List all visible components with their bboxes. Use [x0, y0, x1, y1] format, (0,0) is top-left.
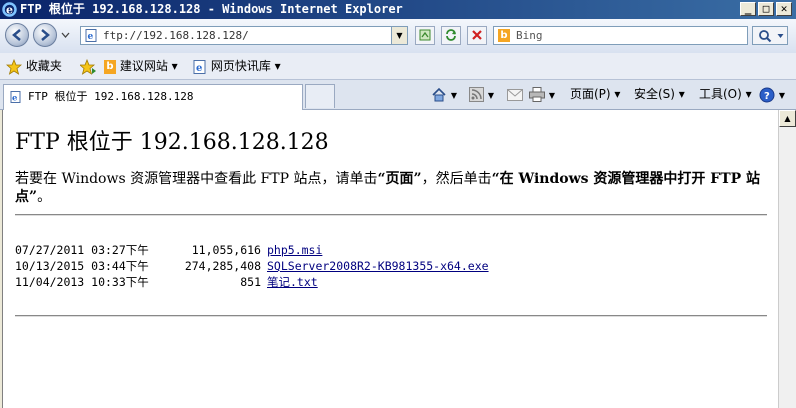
- web-slice-gallery-button[interactable]: e 网页快讯库 ▾: [193, 58, 281, 74]
- help-button[interactable]: ? ▼: [759, 86, 785, 104]
- maximize-button[interactable]: □: [758, 2, 774, 16]
- chevron-down-icon: ▼: [487, 91, 494, 100]
- page-icon: e: [10, 91, 21, 104]
- file-link[interactable]: 笔记.txt: [267, 275, 318, 289]
- file-date: 10/13/2015 03:44下午: [15, 259, 149, 273]
- tools-menu-button[interactable]: 工具(O) ▾: [699, 86, 752, 102]
- feeds-button[interactable]: ▼: [469, 86, 494, 104]
- favorites-button[interactable]: 收藏夹: [6, 58, 62, 75]
- compatibility-icon: [419, 29, 431, 41]
- navigation-bar: e ftp://192.168.128.128/ ▼ b Bing: [0, 19, 796, 53]
- stop-button[interactable]: [467, 26, 487, 45]
- stop-icon: [472, 30, 482, 40]
- search-button[interactable]: [752, 26, 788, 45]
- address-dropdown-button[interactable]: ▼: [391, 27, 407, 44]
- page-content: FTP 根位于 192.168.128.128 若要在 Windows 资源管理…: [2, 110, 778, 408]
- chevron-down-icon: [777, 34, 784, 38]
- close-button[interactable]: ✕: [776, 2, 792, 16]
- safety-menu-button[interactable]: 安全(S) ▾: [634, 86, 685, 102]
- arrow-left-icon: [12, 29, 21, 41]
- scroll-up-button[interactable]: ▲: [779, 110, 796, 127]
- file-link[interactable]: php5.msi: [267, 243, 322, 257]
- search-box[interactable]: b Bing: [493, 26, 748, 45]
- instruction-text: 若要在 Windows 资源管理器中查看此 FTP 站点，请单击“页面”，然后单…: [15, 170, 767, 206]
- chevron-down-icon: ▼: [450, 91, 457, 100]
- window-title: FTP 根位于 192.168.128.128 - Windows Intern…: [20, 2, 403, 16]
- favorites-label: 收藏夹: [25, 59, 62, 73]
- suggested-sites-button[interactable]: b 建议网站 ▾: [104, 58, 178, 74]
- file-date: 11/04/2013 10:33下午: [15, 275, 149, 289]
- favorites-bar: 收藏夹 b 建议网站 ▾ e 网页快讯库 ▾: [0, 53, 796, 80]
- read-mail-button[interactable]: [507, 86, 523, 102]
- rss-icon: [469, 87, 484, 102]
- address-bar[interactable]: e ftp://192.168.128.128/ ▼: [80, 26, 408, 45]
- home-icon: [432, 87, 446, 101]
- file-row: 07/27/2011 03:27下午 11,055,616 php5.msi: [15, 242, 489, 258]
- web-slice-gallery-label: 网页快讯库 ▾: [210, 59, 281, 73]
- divider-bottom: [15, 315, 767, 317]
- printer-icon: [529, 87, 545, 102]
- svg-text:e: e: [196, 63, 202, 74]
- address-input[interactable]: ftp://192.168.128.128/: [103, 29, 249, 42]
- instruction-middle: ，然后单击: [421, 171, 492, 187]
- tab-label: FTP 根位于 192.168.128.128: [28, 90, 194, 103]
- file-size: 274,285,408: [184, 259, 261, 273]
- minimize-button[interactable]: _: [740, 2, 756, 16]
- arrow-right-icon: [41, 29, 50, 41]
- help-icon: ?: [759, 87, 775, 102]
- svg-text:e: e: [6, 4, 13, 17]
- mail-icon: [507, 88, 523, 101]
- magnifier-icon: [759, 30, 772, 43]
- add-favorites-bar-button[interactable]: [80, 58, 97, 75]
- add-favorite-icon: [80, 58, 96, 75]
- instruction-suffix: 。: [37, 189, 52, 205]
- file-size: 11,055,616: [191, 243, 261, 257]
- instruction-prefix: 若要在 Windows 资源管理器中查看此 FTP 站点，请单击: [15, 171, 378, 187]
- page-icon: e: [85, 29, 97, 42]
- chevron-down-icon: ▼: [778, 91, 785, 100]
- compatibility-view-button[interactable]: [415, 26, 435, 45]
- tab-ftp-root[interactable]: e FTP 根位于 192.168.128.128: [3, 84, 303, 110]
- svg-text:e: e: [88, 32, 94, 42]
- file-listing: 07/27/2011 03:27下午 11,055,616 php5.msi 10/…: [15, 242, 489, 290]
- ie-logo-icon: e: [2, 2, 17, 17]
- page-icon: e: [193, 59, 206, 74]
- back-button[interactable]: [5, 23, 29, 47]
- svg-text:?: ?: [764, 91, 770, 102]
- search-input[interactable]: Bing: [516, 29, 543, 42]
- bing-logo-icon: b: [498, 29, 510, 42]
- home-button[interactable]: ▼: [431, 86, 457, 104]
- vertical-scrollbar[interactable]: ▲: [778, 110, 796, 408]
- history-dropdown-icon[interactable]: [61, 31, 70, 39]
- page-menu-button[interactable]: 页面(P) ▾: [570, 86, 620, 102]
- bing-icon: b: [104, 59, 116, 74]
- divider-top: [15, 214, 767, 216]
- chevron-down-icon: ▼: [548, 91, 555, 100]
- forward-button[interactable]: [33, 23, 57, 47]
- file-link[interactable]: SQLServer2008R2-KB981355-x64.exe: [267, 259, 489, 273]
- page-title: FTP 根位于 192.168.128.128: [15, 130, 329, 155]
- file-row: 10/13/2015 03:44下午 274,285,408 SQLServer20…: [15, 258, 489, 274]
- refresh-button[interactable]: [441, 26, 461, 45]
- file-size: 851: [240, 275, 261, 289]
- instruction-page-highlight: “页面”: [377, 171, 422, 187]
- new-tab-button[interactable]: [305, 84, 335, 108]
- svg-text:e: e: [12, 94, 18, 104]
- window-title-bar[interactable]: e FTP 根位于 192.168.128.128 - Windows Inte…: [0, 0, 796, 19]
- file-date: 07/27/2011 03:27下午: [15, 243, 149, 257]
- star-icon: [6, 58, 22, 75]
- file-row: 11/04/2013 10:33下午 851 笔记.txt: [15, 274, 489, 290]
- suggested-sites-label: 建议网站 ▾: [119, 59, 178, 73]
- print-button[interactable]: ▼: [529, 86, 555, 104]
- refresh-icon: [446, 29, 456, 41]
